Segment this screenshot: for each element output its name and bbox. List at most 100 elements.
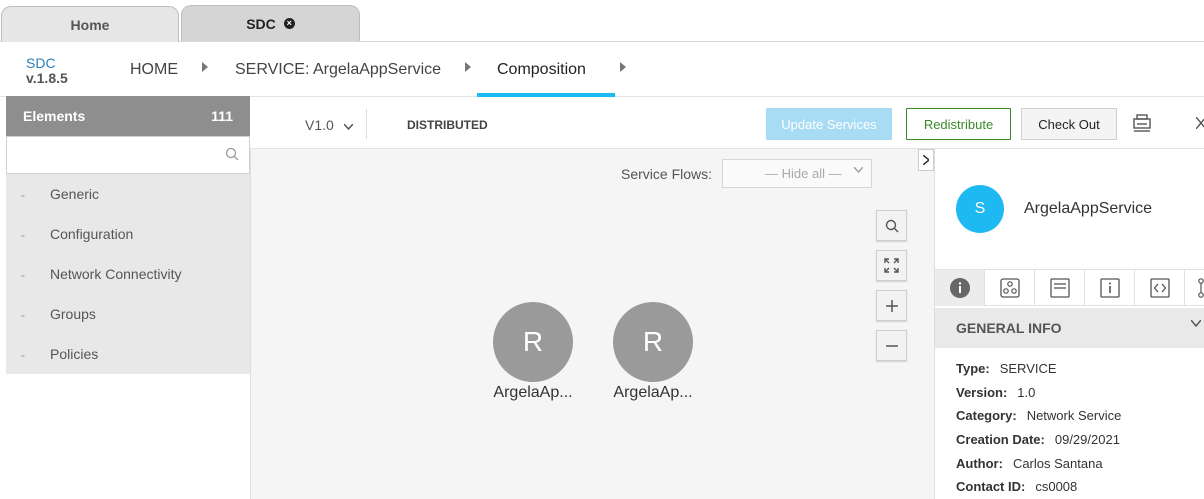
- version-selector[interactable]: V1.0: [305, 117, 354, 133]
- expand-icon: [884, 258, 899, 273]
- chevron-down-icon: ⌄: [19, 188, 27, 199]
- info-value: SERVICE: [999, 361, 1057, 376]
- palette-group-configuration[interactable]: ⌄ Configuration: [6, 214, 250, 254]
- palette-group-label: Configuration: [50, 226, 134, 242]
- close-icon[interactable]: [1196, 117, 1204, 129]
- palette-search: [6, 136, 250, 174]
- info-key: Version:: [956, 385, 1008, 400]
- canvas-node[interactable]: R: [613, 302, 693, 382]
- info-version: Version: 1.0: [956, 385, 1035, 400]
- update-services-button[interactable]: Update Services: [766, 108, 892, 140]
- info-value: cs0008: [1035, 479, 1078, 494]
- palette-group-label: Network Connectivity: [50, 266, 182, 282]
- chevron-down-icon: [343, 123, 354, 131]
- palette-title: Elements: [23, 108, 86, 124]
- search-input[interactable]: [7, 137, 249, 173]
- chevron-right-icon[interactable]: [202, 62, 208, 72]
- canvas-node-label: ArgelaAp...: [613, 384, 693, 401]
- tab-sdc[interactable]: SDC ×: [181, 5, 360, 41]
- breadcrumb-home[interactable]: HOME: [130, 61, 178, 79]
- tab-properties[interactable]: [1085, 270, 1135, 306]
- chevron-right-icon[interactable]: [620, 62, 626, 72]
- info-value: Network Service: [1026, 408, 1122, 423]
- info-key: Category:: [956, 408, 1017, 423]
- chevron-down-icon: [1191, 320, 1201, 327]
- palette-group-label: Generic: [50, 186, 100, 202]
- tab-home[interactable]: Home: [1, 6, 179, 42]
- palette-group-generic[interactable]: ⌄ Generic: [6, 174, 250, 214]
- composition-toolbar: V1.0 DISTRIBUTED Update Services Redistr…: [250, 97, 1204, 149]
- properties-icon: [1099, 278, 1120, 298]
- check-out-button[interactable]: Check Out: [1021, 108, 1117, 140]
- tab-api[interactable]: [1135, 270, 1185, 306]
- info-value: 1.0: [1017, 385, 1036, 400]
- status-badge: DISTRIBUTED: [407, 118, 488, 132]
- app-name: SDC: [26, 55, 56, 71]
- info-key: Author:: [956, 456, 1003, 471]
- search-icon: [885, 219, 898, 232]
- chevron-down-icon: ⌄: [19, 268, 27, 279]
- tab-strip: Home SDC ×: [0, 0, 1204, 42]
- info-value: 09/29/2021: [1054, 432, 1120, 447]
- info-creation-date: Creation Date: 09/29/2021: [956, 432, 1120, 447]
- info-icon: [949, 278, 970, 298]
- version-label: V1.0: [305, 117, 334, 133]
- details-panel: S ArgelaAppService GENERAL INFO Type: SER…: [934, 149, 1204, 499]
- service-flows-label: Service Flows:: [621, 166, 713, 182]
- chevron-down-icon: [854, 167, 863, 173]
- info-type: Type: SERVICE: [956, 361, 1057, 376]
- app-logo[interactable]: SDC v.1.8.5: [26, 56, 68, 86]
- close-icon[interactable]: ×: [283, 18, 295, 29]
- breadcrumb-service[interactable]: SERVICE: ArgelaAppService: [235, 61, 441, 79]
- palette-header: Elements 111: [6, 96, 250, 136]
- tab-relations[interactable]: [1185, 270, 1204, 306]
- chevron-down-icon: ⌄: [19, 348, 27, 359]
- tab-general-info[interactable]: [935, 270, 985, 306]
- search-canvas-button[interactable]: [876, 210, 907, 241]
- info-author: Author: Carlos Santana: [956, 456, 1103, 471]
- info-key: Creation Date:: [956, 432, 1045, 447]
- panel-tabs: [935, 269, 1204, 306]
- chevron-right-icon[interactable]: [465, 62, 471, 72]
- composition-icon: [999, 278, 1020, 298]
- palette-group-groups[interactable]: ⌄ Groups: [6, 294, 250, 334]
- tab-deployment-artifacts[interactable]: [1035, 270, 1085, 306]
- info-key: Type:: [956, 361, 990, 376]
- relations-icon: [1198, 278, 1204, 298]
- printer-icon[interactable]: [1132, 113, 1152, 133]
- chevron-down-icon: ⌄: [19, 228, 27, 239]
- minus-icon: [885, 344, 898, 347]
- zoom-out-button[interactable]: [876, 330, 907, 361]
- collapse-panel-button[interactable]: [918, 149, 934, 171]
- info-value: Carlos Santana: [1012, 456, 1103, 471]
- palette-group-policies[interactable]: ⌄ Policies: [6, 334, 250, 374]
- canvas-node-label: ArgelaAp...: [493, 384, 573, 401]
- service-name: ArgelaAppService: [1024, 200, 1153, 217]
- top-nav: SDC v.1.8.5 HOME SERVICE: ArgelaAppServi…: [0, 42, 1204, 97]
- tab-composition[interactable]: [985, 270, 1035, 306]
- search-icon[interactable]: [225, 147, 239, 161]
- palette-group-label: Policies: [50, 346, 99, 362]
- palette-group-network-connectivity[interactable]: ⌄ Network Connectivity: [6, 254, 250, 294]
- service-flows-value: — Hide all —: [765, 166, 842, 181]
- composition-canvas[interactable]: [250, 97, 934, 499]
- breadcrumb-composition[interactable]: Composition: [497, 61, 586, 79]
- app-version: v.1.8.5: [26, 70, 68, 86]
- document-icon: [1049, 278, 1070, 298]
- elements-palette: Elements 111 ⌄ Generic ⌄ Configuration ⌄ Ne…: [6, 96, 250, 374]
- fit-to-screen-button[interactable]: [876, 250, 907, 281]
- info-category: Category: Network Service: [956, 408, 1121, 423]
- divider: [366, 109, 367, 139]
- zoom-in-button[interactable]: [876, 290, 907, 321]
- chevron-right-icon: [923, 155, 929, 165]
- info-contact-id: Contact ID: cs0008: [956, 479, 1077, 494]
- palette-group-label: Groups: [50, 306, 96, 322]
- canvas-node[interactable]: R: [493, 302, 573, 382]
- general-info-header[interactable]: GENERAL INFO: [935, 308, 1204, 348]
- palette-count: 111: [211, 108, 233, 124]
- tab-sdc-label: SDC: [246, 15, 276, 32]
- avatar: S: [956, 185, 1004, 233]
- service-flows-select[interactable]: — Hide all —: [722, 159, 872, 188]
- plus-icon: [885, 299, 898, 312]
- redistribute-button[interactable]: Redistribute: [906, 108, 1011, 140]
